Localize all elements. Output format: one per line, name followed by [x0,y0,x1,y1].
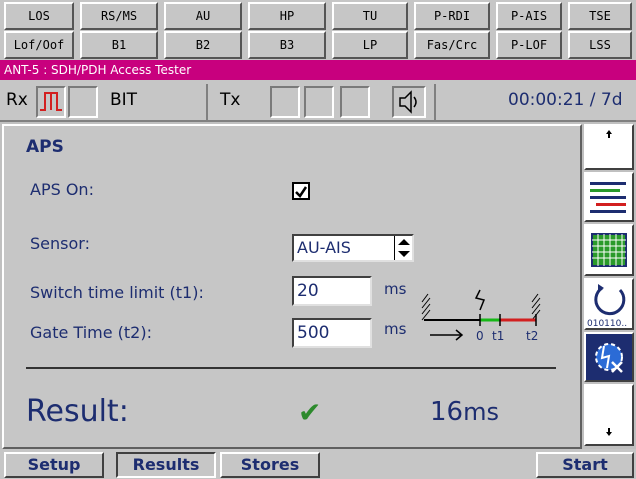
elapsed-time: 00:00:21 / 7d [508,90,623,110]
alarm-lof-oof: Lof/Oof [4,31,74,59]
alarm-fas-crc: Fas/Crc [414,31,490,59]
result-label: Result: [26,394,129,429]
alarm-au: AU [164,2,242,30]
alarm-b1: B1 [80,31,158,59]
result-ok-icon: ✔ [298,396,322,429]
speaker-button[interactable] [392,86,426,118]
status-divider [206,84,208,120]
sensor-select[interactable]: AU-AIS [292,234,414,262]
t2-label: Gate Time (t2): [30,323,152,342]
alarm-indicator-grid: LOS RS/MS AU HP TU P-RDI P-AIS TSE Lof/O… [0,0,636,60]
alarm-p-ais: P-AIS [496,2,562,30]
alarm-p-rdi: P-RDI [414,2,490,30]
alarm-hp: HP [248,2,326,30]
tab-results[interactable]: Results [116,452,216,478]
alarm-rs-ms: RS/MS [80,2,158,30]
alarm-tse: TSE [568,2,632,30]
sensor-select-value: AU-AIS [297,238,351,257]
t1-input[interactable]: 20 [292,276,372,306]
aps-timing-diagram: 0 t1 t2 [421,289,541,343]
grid-view-button[interactable] [584,224,634,276]
rx-signal-indicator [36,86,66,118]
tick-label-t2: t2 [526,329,538,343]
t1-unit: ms [384,280,407,298]
counter-icon: 010110.. [587,284,627,329]
tick-label-zero: 0 [476,329,484,343]
status-divider-2 [434,84,436,120]
result-number: 16 [430,397,464,427]
alarm-p-lof: P-LOF [496,31,562,59]
tick-label-t1: t1 [492,329,504,343]
select-arrows-icon [394,236,412,260]
counter-button[interactable]: 010110.. [584,278,634,330]
t2-unit: ms [384,320,407,338]
tx-label: Tx [220,90,241,110]
alarm-lss: LSS [568,31,632,59]
aps-on-checkbox[interactable] [292,182,310,200]
svg-text:010110..: 010110.. [587,319,627,328]
tx-status-box-2 [304,86,334,118]
tx-status-box-1 [270,86,300,118]
scroll-down-icon [606,428,612,436]
alarm-tu: TU [332,2,408,30]
list-view-button[interactable] [584,172,634,222]
scroll-up-icon [606,130,612,138]
bottom-tab-bar: Setup Results Stores Start [0,449,636,479]
checkmark-icon [295,186,308,198]
grid-view-icon [591,233,627,267]
t2-input[interactable]: 500 [292,318,372,348]
result-value: 16ms [430,397,499,427]
scroll-up-button[interactable] [584,124,634,170]
sensor-label: Sensor: [30,234,90,253]
start-button[interactable]: Start [536,452,634,478]
tab-setup[interactable]: Setup [4,452,104,478]
tab-stores[interactable]: Stores [220,452,320,478]
hatch-left [421,293,431,321]
alarm-config-icon [595,343,623,373]
alarm-los: LOS [4,2,74,30]
aps-heading: APS [26,137,64,157]
arrow-right-icon [430,329,464,341]
speaker-icon [399,90,417,114]
rx-status-box [68,86,98,118]
alarm-lp: LP [332,31,408,59]
list-view-icon [590,182,626,213]
lightning-icon [474,289,486,311]
rx-label: Rx [6,90,28,110]
window-title: ANT-5 : SDH/PDH Access Tester [0,60,636,80]
t1-label: Switch time limit (t1): [30,283,204,302]
bit-label: BIT [110,90,138,110]
result-divider [26,367,556,369]
scroll-down-button[interactable] [584,384,634,446]
tx-status-box-3 [340,86,370,118]
alarm-b3: B3 [248,31,326,59]
result-unit: ms [463,398,499,426]
alarm-config-button[interactable] [584,332,634,382]
aps-on-label: APS On: [30,180,94,199]
status-bar: Rx BIT Tx 00:00:21 / 7d [0,80,636,122]
alarm-b2: B2 [164,31,242,59]
pulse-icon [40,92,62,111]
